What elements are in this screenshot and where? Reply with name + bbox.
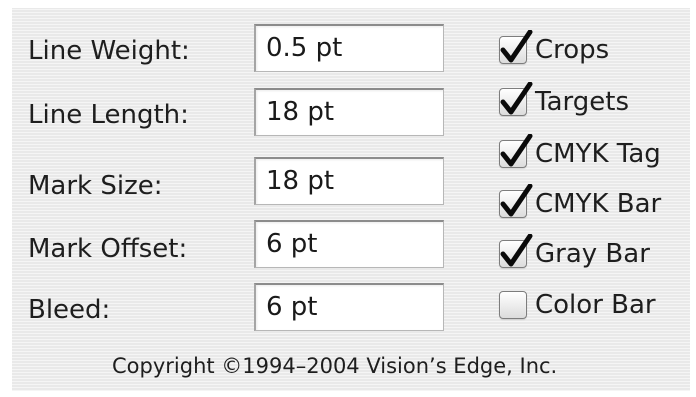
mark-size-label: Mark Size:	[28, 171, 163, 201]
bleed-field[interactable]: 6 pt	[254, 283, 444, 331]
mark-size-field[interactable]: 18 pt	[254, 157, 444, 205]
marks-options-panel: Line Weight: Line Length: Mark Size: Mar…	[12, 8, 690, 391]
checkbox-box[interactable]	[499, 291, 527, 319]
checkbox-box[interactable]	[499, 134, 533, 168]
copyright-notice: Copyright ©1994–2004 Vision’s Edge, Inc.	[112, 354, 558, 378]
line-length-label: Line Length:	[28, 100, 189, 130]
checkbox-box[interactable]	[499, 184, 533, 218]
mark-offset-field[interactable]: 6 pt	[254, 220, 444, 268]
line-weight-label: Line Weight:	[28, 36, 190, 66]
cmyk-tag-label: CMYK Tag	[535, 139, 661, 169]
checkmark-icon	[500, 134, 533, 167]
checkbox-box[interactable]	[499, 234, 533, 268]
checkmark-icon	[500, 82, 533, 115]
bleed-label: Bleed:	[28, 295, 111, 325]
color-bar-label: Color Bar	[535, 290, 656, 320]
checkmark-icon	[500, 234, 533, 267]
targets-label: Targets	[535, 87, 629, 117]
line-length-field[interactable]: 18 pt	[254, 88, 444, 136]
checkmark-icon	[500, 30, 533, 63]
checkbox-box[interactable]	[499, 82, 533, 116]
checkbox-box[interactable]	[499, 30, 533, 64]
crops-label: Crops	[535, 35, 610, 65]
line-weight-field[interactable]: 0.5 pt	[254, 24, 444, 72]
checkmark-icon	[500, 184, 533, 217]
cmyk-bar-label: CMYK Bar	[535, 189, 662, 219]
gray-bar-label: Gray Bar	[535, 239, 650, 269]
mark-offset-label: Mark Offset:	[28, 234, 188, 264]
